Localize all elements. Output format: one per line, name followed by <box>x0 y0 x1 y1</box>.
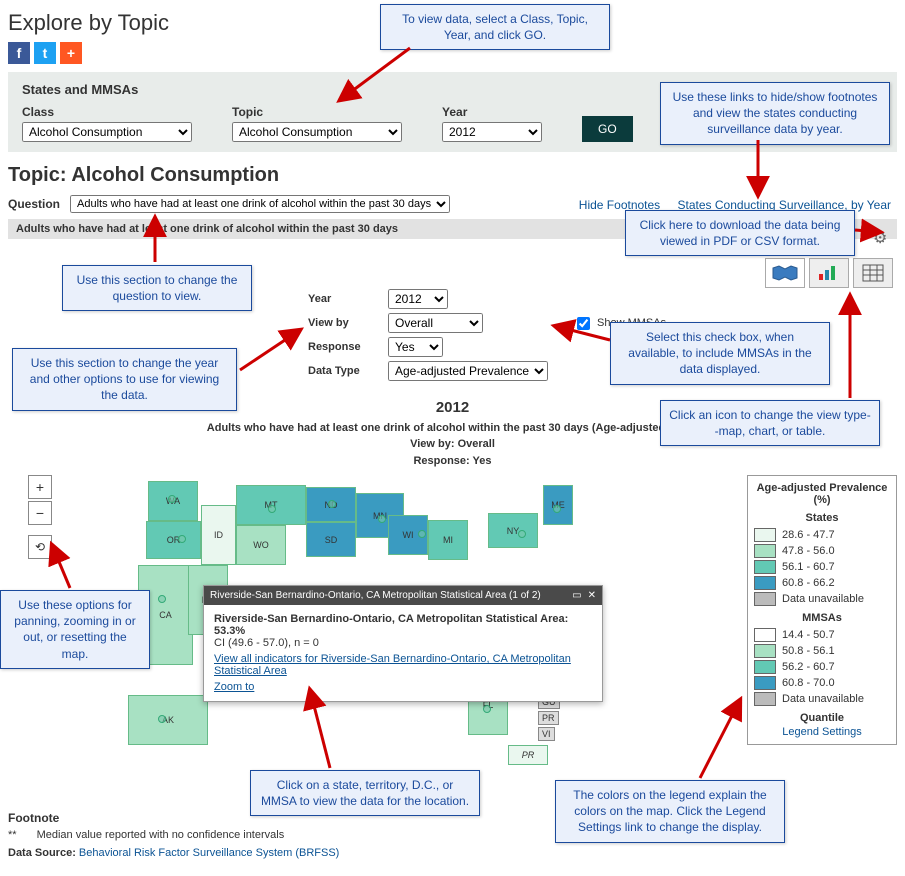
mmsa-dot[interactable] <box>158 715 166 723</box>
opt-response-select[interactable]: Yes <box>388 337 443 357</box>
callout-viewicons: Click an icon to change the view type--m… <box>660 400 880 446</box>
callout-zoom: Use these options for panning, zooming i… <box>0 590 150 669</box>
view-icons <box>765 258 893 288</box>
mmsa-dot[interactable] <box>518 530 526 538</box>
question-select[interactable]: Adults who have had at least one drink o… <box>70 195 450 213</box>
gear-icon[interactable]: ⚙ <box>873 228 893 248</box>
territory-PR[interactable]: PR <box>538 711 559 725</box>
legend-mmsa-2: 56.2 - 60.7 <box>782 661 835 673</box>
footnote-symbol: ** <box>8 829 17 841</box>
legend-state-1: 47.8 - 56.0 <box>782 545 835 557</box>
state-PR[interactable]: PR <box>508 745 548 765</box>
legend-settings-link[interactable]: Legend Settings <box>782 726 862 738</box>
mmsa-dot[interactable] <box>418 530 426 538</box>
map-view-button[interactable] <box>765 258 805 288</box>
popup-zoom-link[interactable]: Zoom to <box>214 681 592 693</box>
opt-year-select[interactable]: 2012 <box>388 289 448 309</box>
chart-view-button[interactable] <box>809 258 849 288</box>
state-WO[interactable]: WO <box>236 525 286 565</box>
class-select[interactable]: Alcohol Consumption <box>22 122 192 142</box>
zoom-out-button[interactable]: − <box>28 501 52 525</box>
chart-response: Response: Yes <box>8 453 897 470</box>
opt-datatype-select[interactable]: Age-adjusted Prevalence <box>388 361 548 381</box>
legend-mmsa-1: 50.8 - 56.1 <box>782 645 835 657</box>
legend: Age-adjusted Prevalence (%) States 28.6 … <box>747 475 897 745</box>
callout-download: Click here to download the data being vi… <box>625 210 855 256</box>
year-select[interactable]: 2012 <box>442 122 542 142</box>
opt-datatype-label: Data Type <box>308 365 378 377</box>
state-SD[interactable]: SD <box>306 522 356 557</box>
legend-mmsa-3: 60.8 - 70.0 <box>782 677 835 689</box>
callout-go: To view data, select a Class, Topic, Yea… <box>380 4 610 50</box>
mmsa-dot[interactable] <box>553 505 561 513</box>
year-label: Year <box>442 105 542 119</box>
footnote-text: Median value reported with no confidence… <box>37 829 285 841</box>
territory-VI[interactable]: VI <box>538 727 555 741</box>
twitter-share-button[interactable]: t <box>34 42 56 64</box>
mmsa-dot[interactable] <box>178 535 186 543</box>
legend-mmsas-label: MMSAs <box>754 612 890 624</box>
state-OR[interactable]: OR <box>146 521 201 559</box>
map-popup: Riverside-San Bernardino-Ontario, CA Met… <box>203 585 603 702</box>
mmsa-dot[interactable] <box>328 500 336 508</box>
zoom-in-button[interactable]: + <box>28 475 52 499</box>
callout-legend: The colors on the legend explain the col… <box>555 780 785 843</box>
opt-response-label: Response <box>308 341 378 353</box>
popup-ci: CI (49.6 - 57.0), n = 0 <box>214 637 592 649</box>
opt-viewby-label: View by <box>308 317 378 329</box>
datasource-label: Data Source: <box>8 847 76 859</box>
go-button[interactable]: GO <box>582 116 633 142</box>
class-label: Class <box>22 105 192 119</box>
table-view-button[interactable] <box>853 258 893 288</box>
callout-mmsas: Select this check box, when available, t… <box>610 322 830 385</box>
legend-mmsa-0: 14.4 - 50.7 <box>782 629 835 641</box>
popup-title: Riverside-San Bernardino-Ontario, CA Met… <box>214 613 568 637</box>
legend-mmsa-4: Data unavailable <box>782 693 864 705</box>
state-MI[interactable]: MI <box>428 520 468 560</box>
question-label: Question <box>8 197 60 211</box>
popup-close-icon[interactable]: ✕ <box>588 590 596 601</box>
legend-state-2: 56.1 - 60.7 <box>782 561 835 573</box>
callout-links: Use these links to hide/show footnotes a… <box>660 82 890 145</box>
state-ID[interactable]: ID <box>201 505 236 565</box>
mmsa-dot[interactable] <box>378 515 386 523</box>
legend-state-3: 60.8 - 66.2 <box>782 577 835 589</box>
legend-quantile: Quantile <box>754 712 890 724</box>
state-AK[interactable]: AK <box>128 695 208 745</box>
addthis-share-button[interactable]: + <box>60 42 82 64</box>
popup-view-indicators-link[interactable]: View all indicators for Riverside-San Be… <box>214 653 592 677</box>
datasource-link[interactable]: Behavioral Risk Factor Surveillance Syst… <box>79 847 339 859</box>
opt-viewby-select[interactable]: Overall <box>388 313 483 333</box>
topic-label: Topic <box>232 105 402 119</box>
reset-map-button[interactable]: ⟲ <box>28 535 52 559</box>
callout-question: Use this section to change the question … <box>62 265 252 311</box>
popup-header-title: Riverside-San Bernardino-Ontario, CA Met… <box>210 590 541 601</box>
facebook-share-button[interactable]: f <box>8 42 30 64</box>
mmsa-dot[interactable] <box>268 505 276 513</box>
opt-year-label: Year <box>308 293 378 305</box>
show-mmsas-checkbox[interactable] <box>577 317 590 330</box>
topic-heading: Topic: Alcohol Consumption <box>8 164 897 187</box>
state-NY[interactable]: NY <box>488 513 538 548</box>
popup-maximize-icon[interactable]: ▭ <box>572 590 581 601</box>
mmsa-dot[interactable] <box>158 595 166 603</box>
legend-state-0: 28.6 - 47.7 <box>782 529 835 541</box>
callout-clickstate: Click on a state, territory, D.C., or MM… <box>250 770 480 816</box>
topic-select[interactable]: Alcohol Consumption <box>232 122 402 142</box>
legend-title: Age-adjusted Prevalence (%) <box>754 482 890 506</box>
legend-states-label: States <box>754 512 890 524</box>
mmsa-dot[interactable] <box>168 495 176 503</box>
callout-options: Use this section to change the year and … <box>12 348 237 411</box>
mmsa-dot[interactable] <box>483 705 491 713</box>
legend-state-4: Data unavailable <box>782 593 864 605</box>
